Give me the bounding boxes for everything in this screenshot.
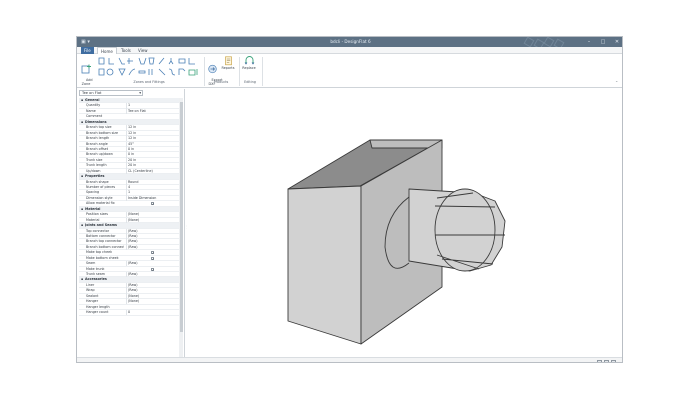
ribbon: Add Zone Zones and Fittings Export DXF R… <box>77 54 622 90</box>
property-checkbox[interactable]: ✓ <box>151 202 155 206</box>
export-dxf-button[interactable]: Export DXF <box>205 56 223 90</box>
ribbon-separator <box>262 57 263 86</box>
property-checkbox[interactable]: ✓ <box>151 251 155 255</box>
add-zone-button[interactable]: Add Zone <box>79 56 93 90</box>
view-mode-button-1[interactable] <box>597 359 602 362</box>
fitting-branch-icon <box>158 57 165 65</box>
duct-model <box>287 139 506 345</box>
fittings-gallery-icons <box>98 57 198 76</box>
fitting-transition-icon <box>148 57 155 65</box>
group-label-editing: Editing <box>244 80 256 84</box>
property-grid: ▪ General Quantity 1 Name Tee on Flat Comment ▪… <box>79 98 179 316</box>
fitting-straight-icon <box>98 57 105 65</box>
app-window: ▣ ▾ bdcli - DesignFlat 6 – □ ✕ File Home… <box>76 36 623 363</box>
property-checkbox[interactable]: ✓ <box>151 256 155 260</box>
fitting-collar-icon <box>148 69 153 75</box>
fitting-offset-icon <box>118 57 125 65</box>
replace-label: Replace <box>242 66 256 70</box>
title-bar: ▣ ▾ bdcli - DesignFlat 6 – □ ✕ <box>77 37 622 50</box>
fitting-flat-icon <box>138 70 146 74</box>
close-button[interactable]: ✕ <box>610 37 622 47</box>
fitting-offset2-icon <box>158 68 166 76</box>
maximize-button[interactable]: □ <box>596 37 610 47</box>
view-mode-button-3[interactable] <box>611 359 616 362</box>
view-mode-button-2[interactable] <box>604 359 609 362</box>
object-selector-value: Tee on Flat <box>82 91 102 95</box>
3d-viewport[interactable]: ··· <box>187 89 622 362</box>
fitting-elbow-icon <box>108 58 114 65</box>
property-label: Hanger count <box>86 310 109 315</box>
add-zone-icon <box>81 64 91 74</box>
replace-icon <box>244 56 254 65</box>
reports-icon <box>224 56 232 66</box>
fitting-ogee-icon <box>168 68 176 76</box>
properties-panel: Tee on Flat ▾ ▪ General Quantity 1 Name Tee o… <box>77 89 185 362</box>
tab-view[interactable]: View <box>135 47 151 54</box>
reports-button[interactable]: Reports <box>220 56 236 70</box>
export-dxf-icon <box>207 64 217 74</box>
reports-label: Reports <box>221 66 235 70</box>
chevron-down-icon: ▾ <box>139 91 141 95</box>
fittings-gallery[interactable] <box>97 57 201 79</box>
tab-home[interactable]: Home <box>97 47 117 54</box>
fitting-cap-icon <box>178 58 186 64</box>
fitting-square-round-icon <box>98 68 114 76</box>
fitting-wye-icon <box>168 58 174 65</box>
ribbon-tabs: File Home Tools View <box>77 47 622 54</box>
property-checkbox[interactable]: ✓ <box>151 267 155 271</box>
tab-tools[interactable]: Tools <box>118 47 134 54</box>
panel-scrollbar[interactable] <box>179 98 183 362</box>
replace-button[interactable]: Replace <box>240 56 258 70</box>
tab-file[interactable]: File <box>81 47 94 54</box>
trunk-front-face <box>287 185 362 345</box>
fitting-reducer-icon <box>138 57 147 65</box>
group-label-zones: Zones and Fittings <box>133 80 165 84</box>
scrollbar-thumb[interactable] <box>179 102 183 332</box>
group-label-products: Products <box>213 80 229 84</box>
add-zone-label: Add Zone <box>81 78 93 86</box>
fitting-tee-icon <box>127 58 133 64</box>
fitting-tap-icon <box>178 68 186 75</box>
minimize-button[interactable]: – <box>582 37 596 47</box>
fitting-gore-icon <box>128 68 136 76</box>
fitting-boot-icon <box>188 58 195 65</box>
collapse-ribbon-icon[interactable]: ⌃ <box>615 80 618 85</box>
property-value[interactable]: 0 <box>126 310 179 316</box>
property-row[interactable]: Hanger count 0 <box>79 310 179 316</box>
fitting-add-icon <box>188 69 196 76</box>
status-bar <box>77 357 622 362</box>
object-selector[interactable]: Tee on Flat ▾ <box>79 90 143 96</box>
fitting-cone-icon <box>118 68 126 76</box>
branch-pipe-end <box>434 188 496 272</box>
